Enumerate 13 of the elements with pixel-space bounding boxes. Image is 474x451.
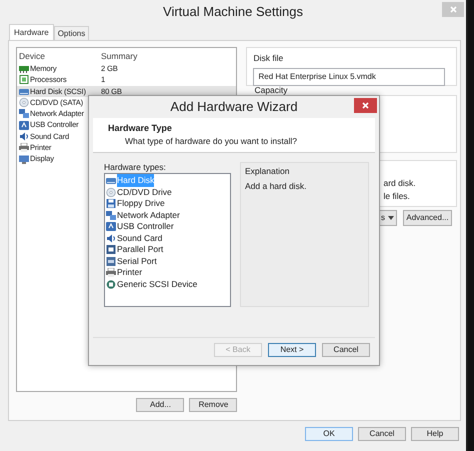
column-header: Device	[18, 50, 46, 63]
group-label: Disk file	[253, 52, 284, 65]
info-text: le files.	[383, 190, 411, 203]
list-label: Hardware types:	[104, 162, 167, 173]
wizard-heading: Hardware Type	[108, 122, 173, 135]
group-label: Capacity	[254, 86, 288, 95]
group-label: Explanation	[245, 165, 290, 178]
info-text: ard disk.	[383, 177, 417, 190]
column-header: Summary	[101, 50, 138, 63]
dialog-title: Add Hardware Wizard	[170, 98, 298, 116]
explanation-text: Add a hard disk.	[245, 180, 308, 192]
wizard-subheading: What type of hardware do you want to install?	[124, 135, 298, 147]
window-title: Virtual Machine Settings	[163, 3, 303, 22]
